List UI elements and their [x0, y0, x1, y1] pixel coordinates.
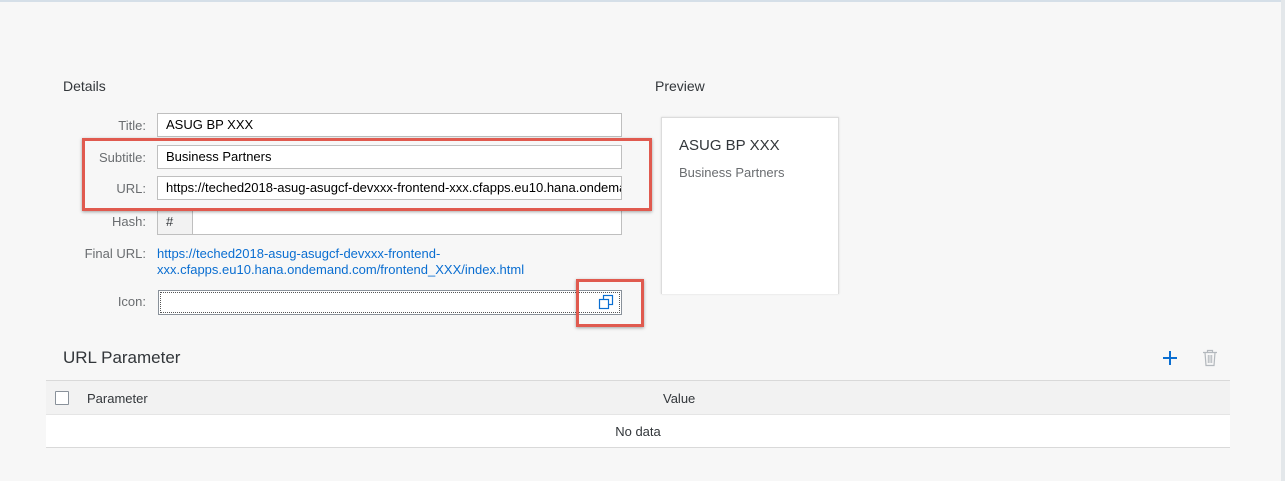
add-button[interactable] — [1158, 346, 1182, 370]
icon-input[interactable] — [158, 290, 622, 315]
final-url-link[interactable]: https://teched2018-asug-asugcf-devxxx-fr… — [157, 246, 597, 278]
icon-label: Icon: — [117, 294, 146, 309]
final-url-label: Final URL: — [84, 246, 146, 261]
preview-heading: Preview — [655, 78, 705, 94]
url-parameter-heading: URL Parameter — [63, 348, 181, 367]
url-parameter-table: Parameter Value No data — [46, 380, 1230, 448]
column-header-parameter[interactable]: Parameter — [87, 391, 148, 406]
hash-label: Hash: — [112, 214, 146, 229]
delete-icon — [1203, 349, 1217, 367]
preview-tile[interactable]: ASUG BP XXX Business Partners — [661, 117, 839, 294]
tile-title: ASUG BP XXX — [679, 137, 780, 154]
final-url-line-2[interactable]: xxx.cfapps.eu10.hana.ondemand.com/fronte… — [157, 262, 597, 278]
details-heading: Details — [63, 78, 106, 94]
select-all-checkbox[interactable] — [55, 391, 69, 405]
title-label: Title: — [118, 118, 146, 133]
final-url-line-1[interactable]: https://teched2018-asug-asugcf-devxxx-fr… — [157, 246, 597, 262]
hash-prefix: # — [157, 208, 193, 235]
column-header-value[interactable]: Value — [663, 391, 695, 406]
top-border — [0, 0, 1285, 2]
delete-button[interactable] — [1198, 346, 1222, 370]
hash-input[interactable] — [192, 208, 622, 235]
tile-subtitle: Business Partners — [679, 165, 785, 180]
highlight-icon-help — [576, 279, 644, 327]
add-icon — [1163, 351, 1177, 365]
no-data-text: No data — [615, 424, 661, 439]
table-header: Parameter Value — [46, 381, 1230, 415]
highlight-subtitle-url — [82, 138, 652, 211]
scrollbar-track[interactable] — [1281, 0, 1285, 481]
title-input[interactable]: ASUG BP XXX — [157, 113, 622, 137]
